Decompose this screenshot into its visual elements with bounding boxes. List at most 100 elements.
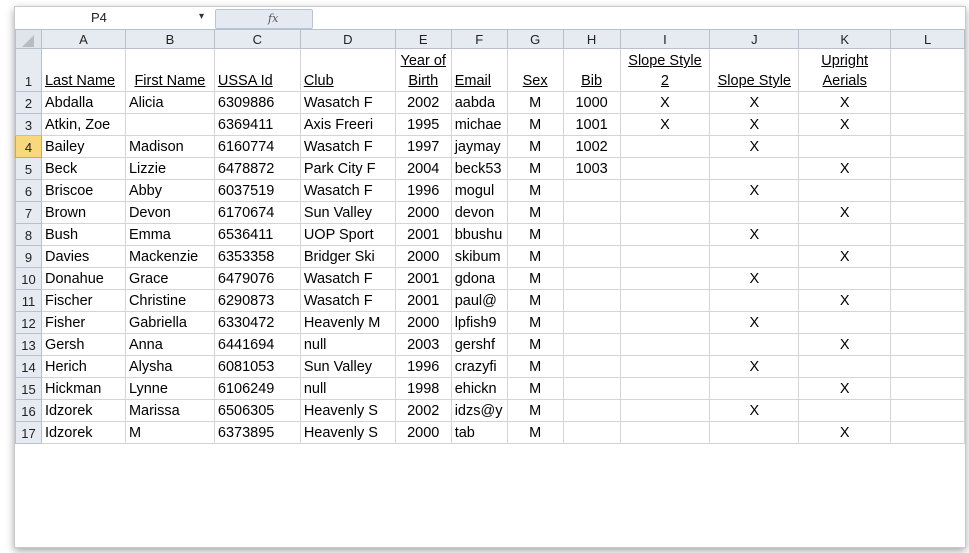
row-header[interactable]: 1 bbox=[15, 48, 42, 92]
cell[interactable]: 1995 bbox=[394, 113, 452, 136]
cell[interactable] bbox=[709, 377, 800, 400]
row-header[interactable]: 8 bbox=[15, 223, 42, 246]
cell[interactable]: M bbox=[506, 179, 564, 202]
cell[interactable]: 2001 bbox=[394, 289, 452, 312]
formula-input[interactable] bbox=[315, 9, 955, 27]
cell[interactable]: Emma bbox=[124, 223, 215, 246]
cell[interactable]: 1000 bbox=[562, 91, 621, 114]
cell[interactable]: X bbox=[709, 91, 800, 114]
cell[interactable] bbox=[562, 355, 621, 378]
cell[interactable]: tab bbox=[450, 421, 508, 444]
cell[interactable]: Fischer bbox=[40, 289, 126, 312]
cell[interactable] bbox=[890, 179, 965, 202]
cell[interactable]: 6106249 bbox=[213, 377, 301, 400]
cell[interactable]: 1998 bbox=[394, 377, 452, 400]
cell[interactable]: Bush bbox=[40, 223, 126, 246]
cell[interactable]: 6037519 bbox=[213, 179, 301, 202]
cell[interactable]: Sun Valley bbox=[299, 355, 396, 378]
cell[interactable]: 2002 bbox=[394, 91, 452, 114]
cell[interactable] bbox=[619, 355, 711, 378]
cell[interactable] bbox=[619, 179, 711, 202]
cell[interactable] bbox=[890, 377, 965, 400]
cell[interactable] bbox=[890, 355, 965, 378]
cell[interactable] bbox=[562, 311, 621, 334]
cell[interactable]: Alicia bbox=[124, 91, 215, 114]
cell[interactable]: 2000 bbox=[394, 421, 452, 444]
cell[interactable] bbox=[562, 377, 621, 400]
cell[interactable]: Herich bbox=[40, 355, 126, 378]
cell[interactable]: Heavenly S bbox=[299, 421, 396, 444]
cell[interactable]: Lizzie bbox=[124, 157, 215, 180]
cell[interactable]: jaymay bbox=[450, 135, 508, 158]
cell[interactable]: X bbox=[709, 179, 800, 202]
row-header[interactable]: 2 bbox=[15, 91, 42, 114]
cell[interactable]: Devon bbox=[124, 201, 215, 224]
cell[interactable]: 6330472 bbox=[213, 311, 301, 334]
cell[interactable]: 6353358 bbox=[213, 245, 301, 268]
column-header[interactable]: G bbox=[506, 29, 564, 49]
insert-function-button[interactable]: fx bbox=[215, 9, 313, 29]
header-cell[interactable]: USSA Id bbox=[213, 48, 301, 92]
cell[interactable]: idzs@y bbox=[450, 399, 508, 422]
cell[interactable]: Fisher bbox=[40, 311, 126, 334]
row-header[interactable]: 16 bbox=[15, 399, 42, 422]
cell[interactable] bbox=[890, 245, 965, 268]
cell[interactable]: 2004 bbox=[394, 157, 452, 180]
cell[interactable]: 6441694 bbox=[213, 333, 301, 356]
cell[interactable]: 2000 bbox=[394, 245, 452, 268]
cell[interactable]: X bbox=[709, 267, 800, 290]
cell[interactable] bbox=[890, 201, 965, 224]
cell[interactable]: skibum bbox=[450, 245, 508, 268]
cell[interactable]: 1996 bbox=[394, 355, 452, 378]
cell[interactable]: 6478872 bbox=[213, 157, 301, 180]
cell[interactable] bbox=[709, 245, 800, 268]
cell[interactable]: Idzorek bbox=[40, 399, 126, 422]
cell[interactable]: Abdalla bbox=[40, 91, 126, 114]
cell[interactable]: 1997 bbox=[394, 135, 452, 158]
cell[interactable]: M bbox=[506, 113, 564, 136]
column-header[interactable]: H bbox=[562, 29, 621, 49]
cell[interactable]: 2002 bbox=[394, 399, 452, 422]
cell[interactable] bbox=[890, 157, 965, 180]
row-header[interactable]: 6 bbox=[15, 179, 42, 202]
cell[interactable]: M bbox=[506, 289, 564, 312]
chevron-down-icon[interactable]: ▾ bbox=[199, 7, 204, 26]
cell[interactable]: Briscoe bbox=[40, 179, 126, 202]
cell[interactable] bbox=[709, 289, 800, 312]
cell[interactable]: paul@ bbox=[450, 289, 508, 312]
cell[interactable]: X bbox=[798, 245, 892, 268]
cell[interactable] bbox=[619, 289, 711, 312]
header-cell[interactable]: Last Name bbox=[40, 48, 126, 92]
cell[interactable]: M bbox=[506, 311, 564, 334]
cell[interactable]: devon bbox=[450, 201, 508, 224]
cell[interactable]: M bbox=[506, 333, 564, 356]
cell[interactable] bbox=[798, 399, 892, 422]
cell[interactable] bbox=[619, 311, 711, 334]
cell[interactable] bbox=[619, 267, 711, 290]
row-header[interactable]: 17 bbox=[15, 421, 42, 444]
column-header[interactable]: K bbox=[798, 29, 892, 49]
column-header[interactable]: J bbox=[709, 29, 800, 49]
column-header[interactable]: B bbox=[124, 29, 215, 49]
cell[interactable] bbox=[709, 421, 800, 444]
row-header[interactable]: 5 bbox=[15, 157, 42, 180]
cell[interactable] bbox=[890, 113, 965, 136]
cell[interactable]: 1001 bbox=[562, 113, 621, 136]
cell[interactable]: Heavenly M bbox=[299, 311, 396, 334]
cell[interactable]: Abby bbox=[124, 179, 215, 202]
cell[interactable] bbox=[798, 355, 892, 378]
cell[interactable]: 6160774 bbox=[213, 135, 301, 158]
cell[interactable] bbox=[890, 223, 965, 246]
cell[interactable] bbox=[619, 245, 711, 268]
cell[interactable]: X bbox=[798, 377, 892, 400]
cell[interactable] bbox=[709, 157, 800, 180]
cell[interactable]: crazyfi bbox=[450, 355, 508, 378]
cell[interactable]: Madison bbox=[124, 135, 215, 158]
cell[interactable]: X bbox=[709, 311, 800, 334]
cell[interactable] bbox=[619, 135, 711, 158]
cell[interactable] bbox=[562, 421, 621, 444]
cell[interactable]: X bbox=[798, 113, 892, 136]
cell[interactable]: Sun Valley bbox=[299, 201, 396, 224]
column-header[interactable]: D bbox=[299, 29, 396, 49]
cell[interactable] bbox=[890, 267, 965, 290]
